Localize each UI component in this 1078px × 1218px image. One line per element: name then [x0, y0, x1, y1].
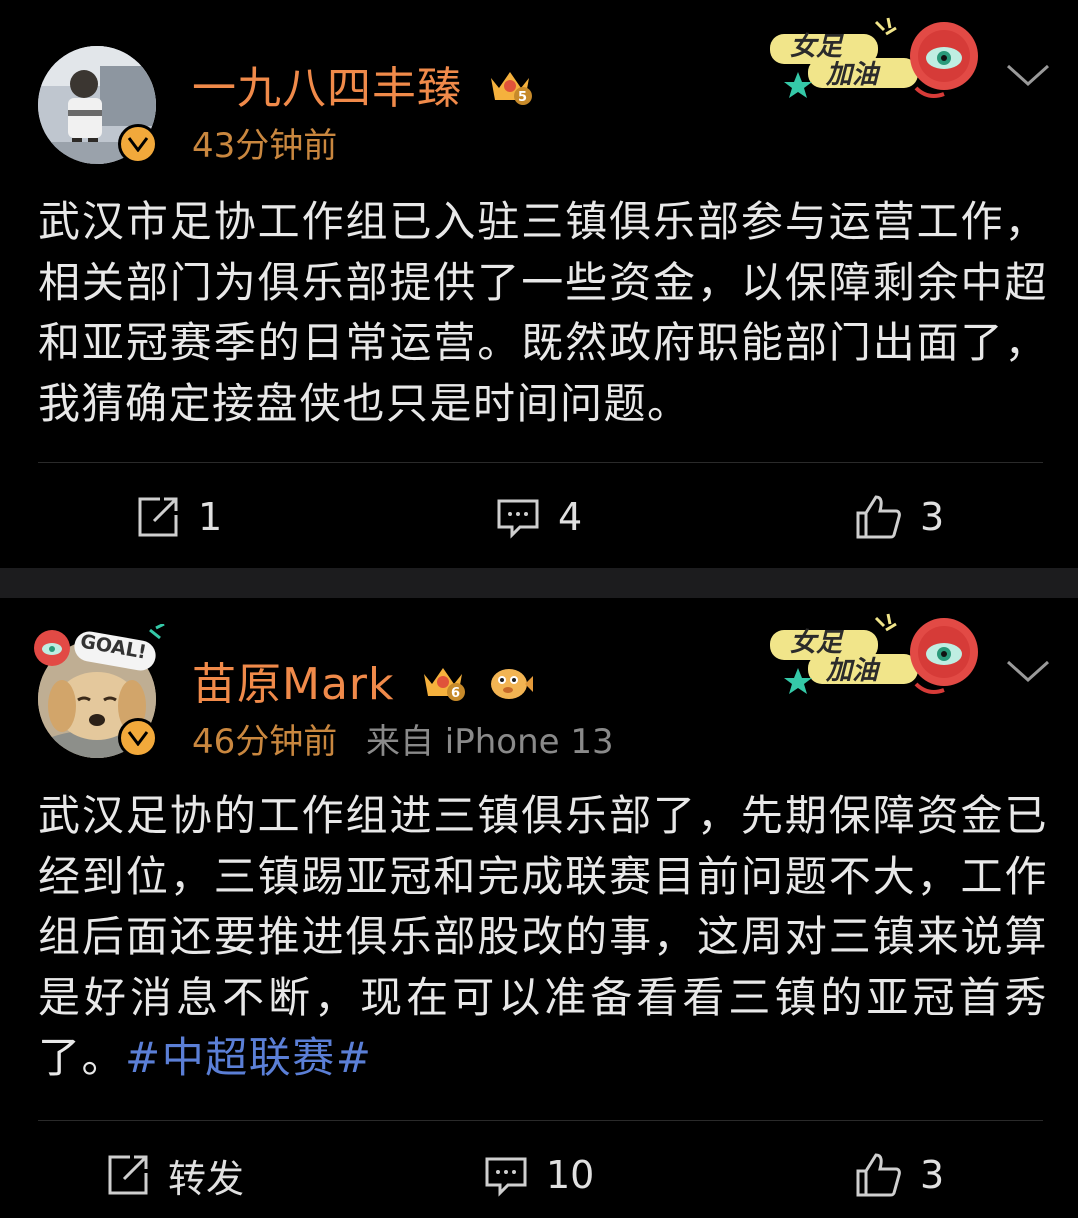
comment-icon — [485, 1157, 527, 1197]
thumbs-up-icon — [856, 495, 901, 539]
username[interactable]: 一九八四丰臻 5 — [192, 52, 533, 117]
repost-icon — [108, 1155, 148, 1195]
svg-text:5: 5 — [518, 90, 528, 105]
avatar-frame-goal-icon: GOAL! — [30, 624, 170, 684]
like-button[interactable]: 3 — [854, 1150, 944, 1200]
svg-text:6: 6 — [450, 686, 460, 701]
like-count: 3 — [920, 1153, 945, 1197]
pufferfish-badge-icon — [487, 662, 533, 713]
crown-level-5-icon: 5 — [487, 66, 533, 117]
divider — [38, 1120, 1043, 1121]
repost-count: 1 — [198, 495, 223, 539]
repost-button[interactable]: 1 — [136, 492, 222, 542]
like-count: 3 — [920, 495, 945, 539]
weibo-post-2: GOAL! 苗原Mark 6 46分钟前 来自 iPhone 13 女足 加油 … — [0, 598, 1078, 1218]
comment-count: 4 — [558, 495, 583, 539]
crown-level-6-icon: 6 — [420, 662, 466, 713]
verified-badge-icon — [118, 124, 158, 164]
repost-icon — [138, 497, 178, 537]
post-timestamp: 43分钟前 — [192, 126, 338, 166]
womens-football-sticker-icon[interactable]: 女足 加油 — [768, 612, 983, 702]
post-separator — [0, 568, 1078, 598]
repost-button[interactable]: 转发 — [106, 1150, 245, 1201]
verified-badge-icon — [118, 718, 158, 758]
sticker-text-line2: 加油 — [826, 656, 879, 686]
weibo-post-1: 一九八四丰臻 5 43分钟前 女足 加油 武汉市足协工作组已入驻三镇俱乐部参与运… — [0, 0, 1078, 568]
like-button[interactable]: 3 — [854, 492, 944, 542]
womens-football-sticker-icon[interactable]: 女足 加油 — [768, 16, 983, 106]
username[interactable]: 苗原Mark 6 — [192, 648, 533, 713]
post-content: 武汉市足协工作组已入驻三镇俱乐部参与运营工作，相关部门为俱乐部提供了一些资金，以… — [38, 197, 1048, 428]
comment-button[interactable]: 4 — [496, 492, 582, 542]
post-timestamp: 46分钟前 — [192, 722, 338, 762]
thumbs-up-icon — [856, 1153, 901, 1197]
comment-button[interactable]: 10 — [484, 1150, 594, 1200]
comment-count: 10 — [546, 1153, 595, 1197]
comment-icon — [497, 499, 539, 539]
post-source: 来自 iPhone 13 — [366, 722, 614, 762]
post-content: 武汉足协的工作组进三镇俱乐部了，先期保障资金已经到位，三镇踢亚冠和完成联赛目前问… — [38, 791, 1048, 1082]
hashtag-link[interactable]: #中超联赛# — [125, 1033, 372, 1082]
chevron-down-icon[interactable] — [1004, 656, 1052, 686]
sticker-text-line2: 加油 — [826, 60, 879, 90]
chevron-down-icon[interactable] — [1004, 60, 1052, 90]
repost-label: 转发 — [168, 1156, 245, 1201]
divider — [38, 462, 1043, 463]
